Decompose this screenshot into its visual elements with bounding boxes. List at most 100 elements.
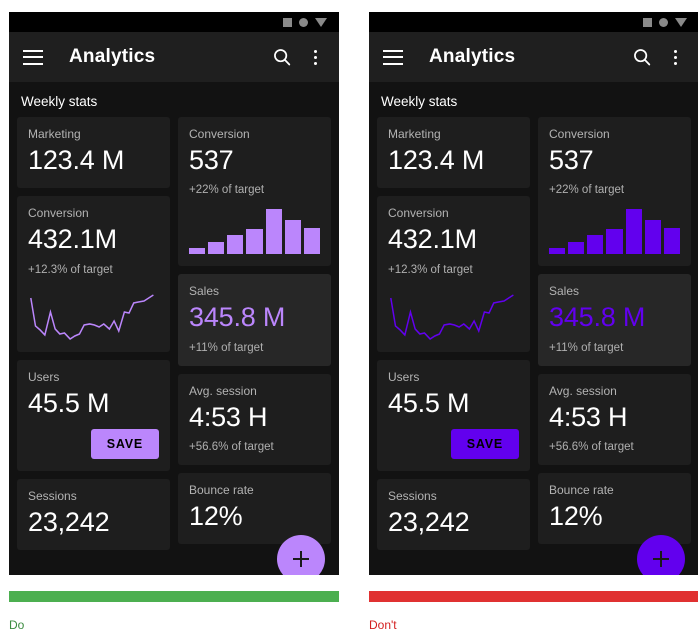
verdict-label-do: Do	[9, 618, 25, 632]
bar	[568, 241, 585, 255]
triangle-down-icon	[315, 17, 327, 27]
hamburger-menu-icon[interactable]	[383, 49, 403, 65]
bar	[284, 219, 301, 255]
card-label: Marketing	[28, 127, 81, 141]
floating-action-button[interactable]	[637, 535, 685, 575]
save-button[interactable]: SAVE	[450, 428, 519, 459]
bar	[587, 235, 604, 255]
card-value: 23,242	[28, 506, 110, 537]
phone-mock-dont: Analytics Weekly stats Marketing 123.4 M…	[369, 12, 698, 575]
card-sessions[interactable]: Sessions 23,242	[377, 478, 530, 551]
card-conversion-right[interactable]: Conversion 537 +22% of target	[538, 117, 691, 267]
verdict-label-dont: Don't	[369, 618, 397, 632]
card-value: 23,242	[388, 506, 470, 537]
card-label: Avg. session	[189, 383, 257, 398]
card-label: Sales	[189, 284, 220, 299]
card-subtext: +12.3% of target	[388, 263, 473, 276]
card-label: Marketing	[388, 127, 441, 141]
circle-icon	[659, 17, 668, 27]
card-value: 12%	[189, 500, 243, 531]
card-value: 4:53 H	[549, 401, 628, 432]
do-dont-comparison-figure: Analytics Weekly stats Marketing 123.4 M…	[0, 0, 698, 640]
card-avg-session[interactable]: Avg. session 4:53 H +56.6% of target	[178, 373, 331, 465]
bar	[303, 227, 320, 255]
dashboard-content: Weekly stats Marketing 123.4 M Conversio…	[369, 82, 698, 575]
card-conversion-right[interactable]: Conversion 537 +22% of target	[178, 117, 331, 267]
bar	[246, 229, 263, 255]
line-chart	[28, 284, 159, 340]
bar	[208, 241, 225, 255]
card-value: 345.8 M	[549, 302, 646, 333]
card-label: Conversion	[189, 127, 250, 141]
triangle-down-icon	[675, 17, 687, 27]
phone-mock-do: Analytics Weekly stats Marketing 123.4 M…	[9, 12, 339, 575]
card-label: Sessions	[388, 488, 437, 503]
card-value: 345.8 M	[189, 302, 286, 333]
app-bar: Analytics	[9, 32, 339, 82]
circle-icon	[299, 17, 308, 27]
line-chart	[388, 284, 519, 340]
card-users[interactable]: Users 45.5 M SAVE	[17, 359, 170, 471]
square-icon	[643, 17, 652, 27]
card-bounce-rate[interactable]: Bounce rate 12%	[178, 472, 331, 545]
card-value: 4:53 H	[189, 401, 268, 432]
card-value: 12%	[549, 500, 603, 531]
plus-icon	[293, 551, 309, 567]
card-value: 432.1M	[28, 224, 117, 255]
bar	[227, 235, 244, 255]
card-label: Conversion	[28, 206, 89, 221]
card-marketing[interactable]: Marketing 123.4 M	[377, 117, 530, 189]
line-series	[30, 293, 154, 340]
bar-chart	[189, 206, 320, 255]
bar	[625, 208, 642, 255]
card-subtext: +11% of target	[549, 341, 624, 354]
floating-action-button[interactable]	[277, 535, 325, 575]
app-bar: Analytics	[369, 32, 698, 82]
card-value: 45.5 M	[388, 387, 470, 418]
status-bar	[9, 12, 339, 32]
more-vert-icon[interactable]	[665, 47, 685, 67]
card-conversion-left[interactable]: Conversion 432.1M +12.3% of target	[377, 196, 530, 352]
card-label: Users	[388, 369, 420, 384]
section-title: Weekly stats	[21, 94, 98, 109]
card-label: Bounce rate	[549, 482, 614, 497]
card-bounce-rate[interactable]: Bounce rate 12%	[538, 472, 691, 545]
card-value: 537	[549, 145, 594, 175]
card-label: Sales	[549, 284, 580, 299]
card-sessions[interactable]: Sessions 23,242	[17, 478, 170, 551]
verdict-bar-do	[9, 591, 339, 602]
bar	[606, 229, 623, 255]
card-subtext: +22% of target	[549, 184, 625, 197]
plus-icon	[653, 551, 669, 567]
card-subtext: +56.6% of target	[549, 440, 634, 453]
card-label: Conversion	[388, 206, 449, 221]
card-sales[interactable]: Sales 345.8 M +11% of target	[178, 274, 331, 366]
bar-chart	[549, 206, 680, 255]
bar	[189, 247, 206, 255]
status-bar	[369, 12, 698, 32]
card-label: Users	[28, 369, 60, 384]
card-conversion-left[interactable]: Conversion 432.1M +12.3% of target	[17, 196, 170, 352]
more-vert-icon[interactable]	[305, 47, 325, 67]
card-value: 123.4 M	[388, 145, 485, 175]
card-subtext: +11% of target	[189, 341, 264, 354]
bar	[265, 208, 282, 255]
card-users[interactable]: Users 45.5 M SAVE	[377, 359, 530, 471]
card-label: Avg. session	[549, 383, 617, 398]
card-label: Conversion	[549, 127, 610, 141]
search-icon[interactable]	[271, 46, 293, 68]
line-series	[390, 293, 514, 340]
card-value: 537	[189, 145, 234, 175]
card-marketing[interactable]: Marketing 123.4 M	[17, 117, 170, 189]
page-title: Analytics	[69, 46, 156, 67]
bar	[644, 219, 661, 255]
card-avg-session[interactable]: Avg. session 4:53 H +56.6% of target	[538, 373, 691, 465]
card-value: 432.1M	[388, 224, 477, 255]
bar	[663, 227, 680, 255]
card-label: Bounce rate	[189, 482, 254, 497]
section-title: Weekly stats	[381, 94, 458, 109]
search-icon[interactable]	[631, 46, 653, 68]
card-sales[interactable]: Sales 345.8 M +11% of target	[538, 274, 691, 366]
hamburger-menu-icon[interactable]	[23, 49, 43, 65]
save-button[interactable]: SAVE	[90, 428, 159, 459]
